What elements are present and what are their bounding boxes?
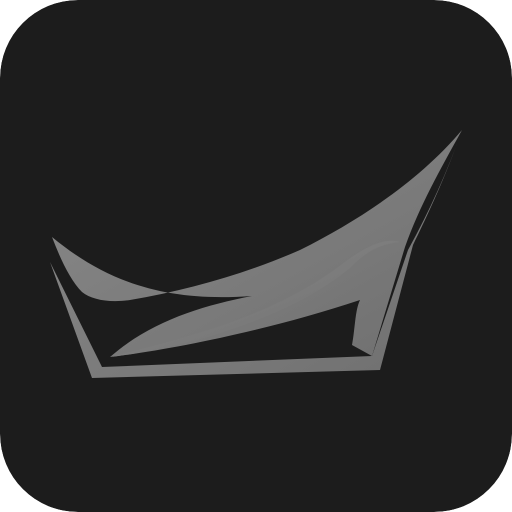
app-icon-canvas	[0, 0, 512, 512]
app-icon	[0, 0, 512, 512]
